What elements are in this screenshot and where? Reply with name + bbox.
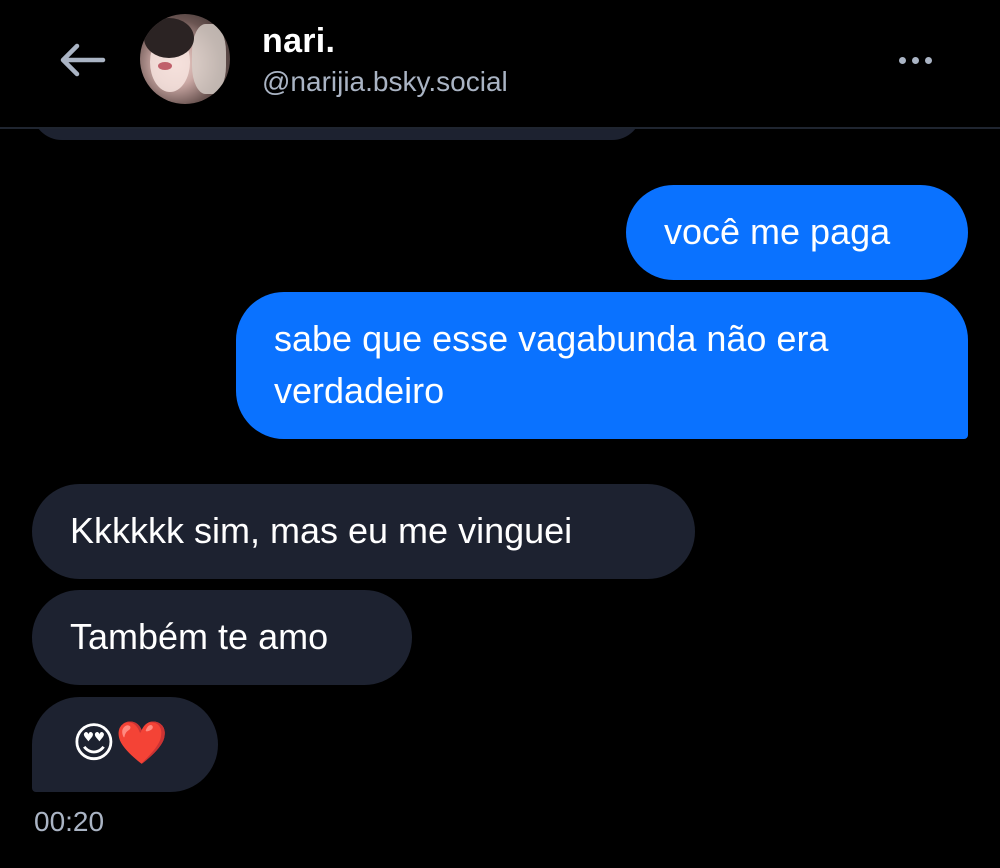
back-button[interactable] — [52, 32, 112, 88]
message-bubble-outgoing[interactable]: sabe que esse vagabunda não era verdadei… — [236, 292, 968, 439]
more-options-button[interactable] — [888, 40, 942, 80]
message-bubble-incoming[interactable]: Kkkkkk sim, mas eu me vinguei — [32, 484, 695, 579]
ellipsis-horizontal-icon — [896, 56, 935, 64]
chat-header: nari. @narijia.bsky.social — [0, 0, 1000, 129]
message-bubble-emoji[interactable]: 😍❤️ — [32, 697, 218, 792]
contact-handle: @narijia.bsky.social — [262, 66, 508, 97]
message-bubble-incoming[interactable]: Também te amo — [32, 590, 412, 685]
message-timestamp: 00:20 — [34, 806, 105, 837]
chat-screen: nari. @narijia.bsky.social você me paga … — [0, 0, 1000, 868]
avatar[interactable] — [140, 14, 230, 104]
contact-name[interactable]: nari. — [262, 22, 335, 61]
arrow-left-icon — [60, 43, 106, 77]
message-bubble-outgoing[interactable]: você me paga — [626, 185, 968, 280]
